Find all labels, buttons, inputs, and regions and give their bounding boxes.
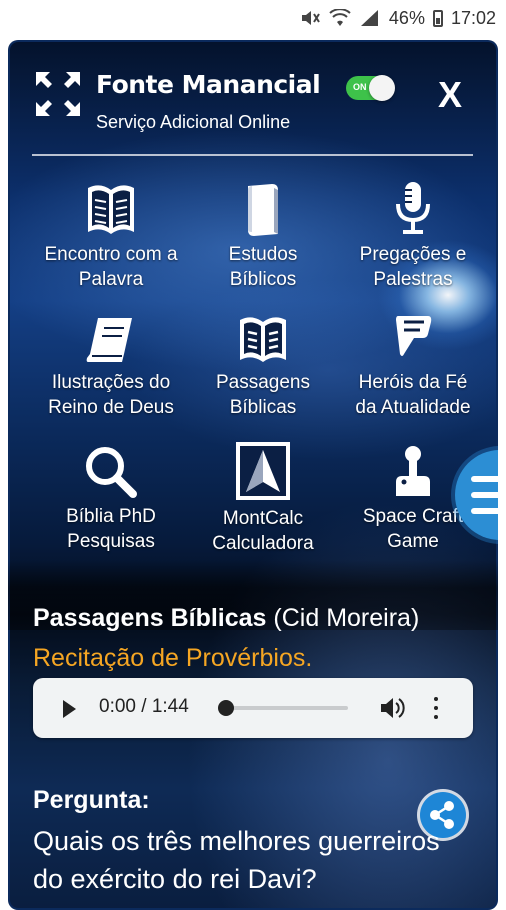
menu-item-estudos-biblicos[interactable]: Estudos Bíblicos <box>183 180 343 292</box>
menu-label-line1: Bíblia PhD <box>66 506 156 527</box>
menu-label-line2: Game <box>387 531 439 552</box>
menu-item-montcalc-calculadora[interactable]: MontCalc Calculadora <box>183 440 343 556</box>
app-subtitle: Serviço Adicional Online <box>96 112 291 132</box>
hamburger-line <box>471 492 498 498</box>
toggle-knob <box>369 75 395 101</box>
clock: 17:02 <box>450 7 496 28</box>
bible-icon <box>248 184 278 236</box>
now-playing-title: Passagens Bíblicas (Cid Moreira) <box>33 604 419 633</box>
audio-player: 0:00 / 1:44 <box>33 678 473 738</box>
mute-icon <box>301 11 320 25</box>
hamburger-line <box>471 476 498 482</box>
battery-percent: 46% <box>388 7 425 28</box>
panel-header: Fonte Manancial Serviço Adicional Online… <box>8 40 498 160</box>
hamburger-line <box>471 508 498 514</box>
foursquare-icon <box>396 316 432 356</box>
now-playing-subtitle: Recitação de Provérbios. <box>33 644 313 672</box>
share-button[interactable] <box>420 792 466 838</box>
menu-label-line1: Heróis da Fé <box>358 372 468 393</box>
menu-label-line2: Bíblicas <box>229 397 297 418</box>
popup-panel: Fonte Manancial Serviço Adicional Online… <box>8 40 498 910</box>
volume-icon[interactable] <box>379 696 405 720</box>
more-options-icon[interactable] <box>433 695 439 721</box>
menu-item-herois-da-fe[interactable]: Heróis da Fé da Atualidade <box>333 314 493 420</box>
menu-label-line1: Ilustrações do <box>51 372 171 393</box>
online-toggle[interactable]: ON <box>346 75 395 101</box>
menu-label-line1: MontCalc <box>222 508 304 529</box>
search-icon <box>86 447 137 498</box>
audio-seek-thumb[interactable] <box>218 700 234 716</box>
menu-item-encontro-com-a-palavra[interactable]: Encontro com a Palavra <box>31 180 191 292</box>
menu-label-line2: Reino de Deus <box>48 397 174 418</box>
menu-label-line1: Pregações e <box>359 244 467 265</box>
close-button[interactable]: X <box>438 74 462 116</box>
menu-label-line2: Palavra <box>78 269 144 290</box>
share-icon <box>430 801 454 829</box>
wifi-icon <box>329 9 351 26</box>
question-text: Quais os três melhores guerreiros do exé… <box>33 826 440 894</box>
audio-progress-track[interactable] <box>224 706 348 710</box>
menu-item-biblia-phd-pesquisas[interactable]: Bíblia PhD Pesquisas <box>31 442 191 554</box>
now-playing-author: (Cid Moreira) <box>273 604 420 632</box>
battery-icon <box>432 9 443 27</box>
status-bar: 46% 17:02 <box>0 0 506 36</box>
header-divider <box>32 154 473 156</box>
menu-label-line2: Pesquisas <box>67 531 155 552</box>
app-title: Fonte Manancial <box>96 70 321 99</box>
menu-label-line2: Calculadora <box>212 533 314 554</box>
open-book-icon <box>88 185 134 234</box>
menu-label-line2: da Atualidade <box>355 397 471 418</box>
toggle-label: ON <box>353 82 367 92</box>
compass-logo-icon <box>236 442 290 500</box>
menu-label-line1: Estudos <box>228 244 298 265</box>
microphone-icon <box>396 182 430 234</box>
play-button[interactable] <box>63 700 76 718</box>
book-icon <box>86 318 132 362</box>
reading-book-icon <box>240 317 286 362</box>
signal-icon <box>360 10 378 26</box>
audio-time: 0:00 / 1:44 <box>99 696 189 717</box>
menu-label-line2: Bíblicos <box>229 269 297 290</box>
menu-item-ilustracoes-do-reino-de-deus[interactable]: Ilustrações do Reino de Deus <box>31 314 191 420</box>
now-playing-name: Passagens Bíblicas <box>33 604 267 632</box>
joystick-icon <box>396 446 430 496</box>
expand-arrows-icon[interactable] <box>34 70 82 118</box>
menu-label-line1: Passagens <box>215 372 310 393</box>
menu-item-pregacoes-e-palestras[interactable]: Pregações e Palestras <box>333 180 493 292</box>
menu-label-line1: Encontro com a <box>44 244 178 265</box>
status-icons: 46% 17:02 <box>299 6 496 30</box>
menu-item-passagens-biblicas[interactable]: Passagens Bíblicas <box>183 314 343 420</box>
question-label: Pergunta: <box>33 786 150 814</box>
menu-label-line2: Palestras <box>373 269 453 290</box>
